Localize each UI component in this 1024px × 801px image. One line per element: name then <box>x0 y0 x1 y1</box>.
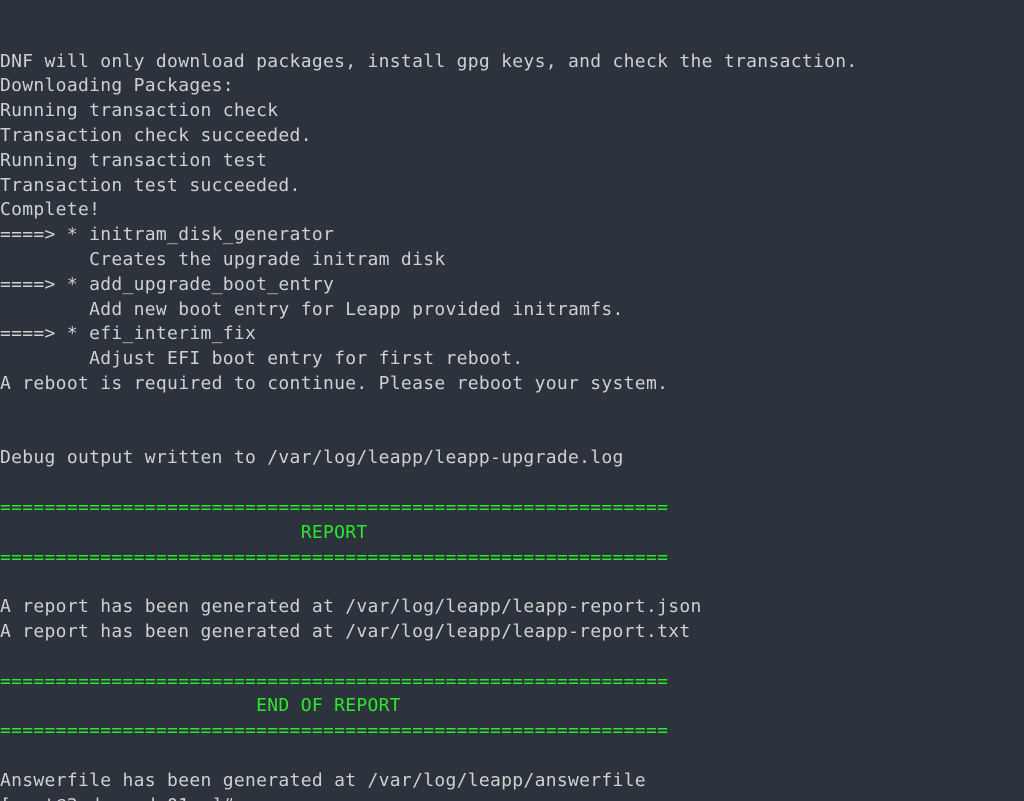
output-line: REPORT <box>0 521 1024 546</box>
output-line <box>0 471 1024 496</box>
output-line: A reboot is required to continue. Please… <box>0 372 1024 397</box>
output-line: ========================================… <box>0 719 1024 744</box>
output-line <box>0 570 1024 595</box>
output-line: ====> * add_upgrade_boot_entry <box>0 273 1024 298</box>
output-line: ========================================… <box>0 496 1024 521</box>
output-line: Answerfile has been generated at /var/lo… <box>0 769 1024 794</box>
shell-prompt: [root@2gdevnode01 ~]# <box>0 795 234 801</box>
output-line: A report has been generated at /var/log/… <box>0 620 1024 645</box>
output-line: ========================================… <box>0 546 1024 571</box>
output-line: ========================================… <box>0 670 1024 695</box>
output-line: Complete! <box>0 198 1024 223</box>
output-line: Creates the upgrade initram disk <box>0 248 1024 273</box>
terminal-output[interactable]: DNF will only download packages, install… <box>0 0 1024 801</box>
output-line: END OF REPORT <box>0 694 1024 719</box>
output-line: Running transaction test <box>0 149 1024 174</box>
output-line: DNF will only download packages, install… <box>0 50 1024 75</box>
output-line: Debug output written to /var/log/leapp/l… <box>0 446 1024 471</box>
output-line: Running transaction check <box>0 99 1024 124</box>
output-line: ====> * efi_interim_fix <box>0 322 1024 347</box>
output-line: ====> * initram_disk_generator <box>0 223 1024 248</box>
output-line <box>0 645 1024 670</box>
output-line <box>0 397 1024 422</box>
output-line: Transaction check succeeded. <box>0 124 1024 149</box>
output-line <box>0 744 1024 769</box>
output-line: A report has been generated at /var/log/… <box>0 595 1024 620</box>
output-line: Add new boot entry for Leapp provided in… <box>0 298 1024 323</box>
shell-prompt-line[interactable]: [root@2gdevnode01 ~]# <box>0 794 1024 801</box>
output-line: Transaction test succeeded. <box>0 174 1024 199</box>
output-line: Adjust EFI boot entry for first reboot. <box>0 347 1024 372</box>
output-line: Downloading Packages: <box>0 74 1024 99</box>
output-line <box>0 422 1024 447</box>
cursor <box>234 796 244 801</box>
